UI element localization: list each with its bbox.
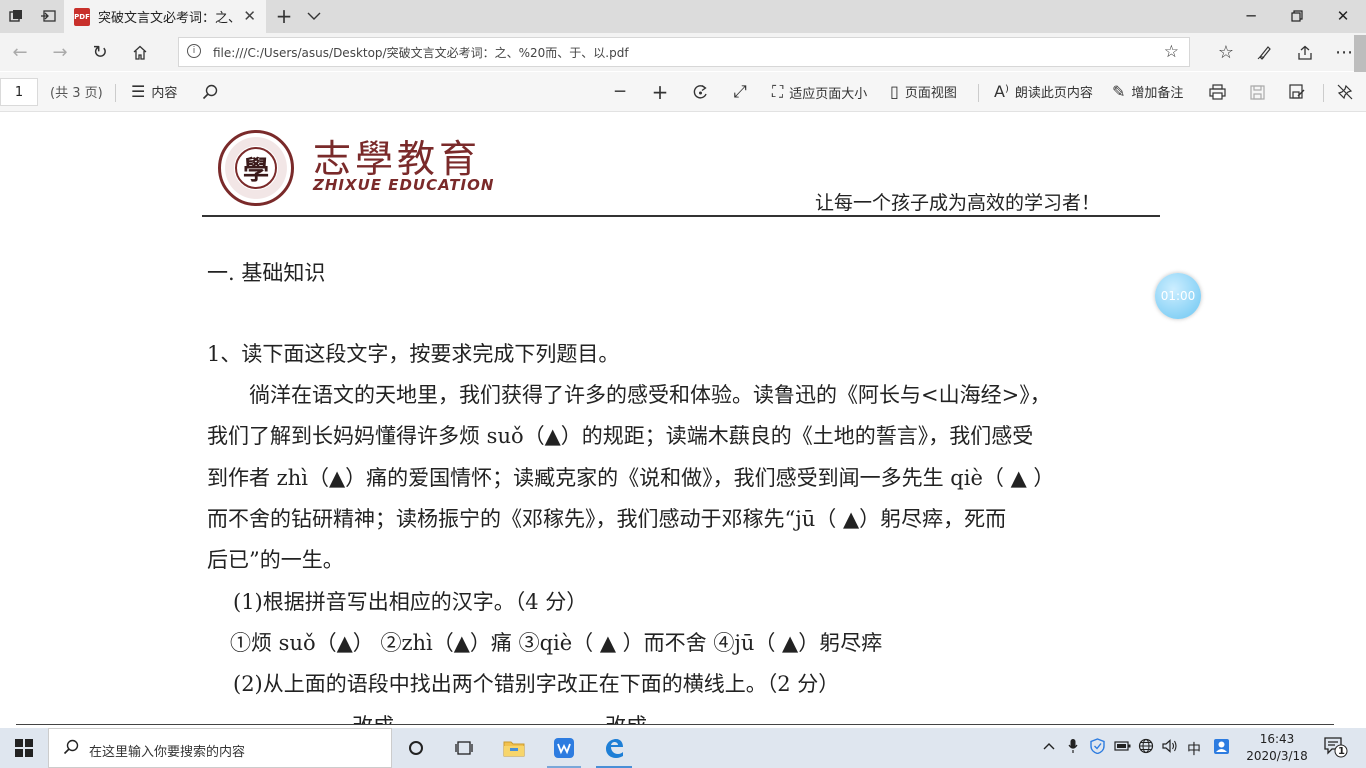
input-method-indicator[interactable]: 中	[1187, 739, 1201, 759]
sub-question-1-items: ①烦 suǒ（▲） ②zhì（▲）痛 ③qiè（ ▲ ）而不舍 ④jū（ ▲）躬…	[230, 631, 883, 655]
zoom-in-icon[interactable]: +	[647, 80, 673, 104]
taskbar: 在这里输入你要搜索的内容 中 16:43 2020/3/18 1	[0, 728, 1366, 768]
volume-speaker-icon[interactable]	[1162, 738, 1178, 758]
toolbar-divider	[115, 84, 116, 102]
page-view-icon: ▯	[890, 82, 899, 101]
logo-english-name: ZHIXUE EDUCATION	[313, 176, 495, 194]
navigation-bar: ← → ↻ i file:///C:/Users/asus/Desktop/突破…	[0, 33, 1366, 71]
pen-icon: ✎	[1112, 82, 1126, 101]
fit-page-icon: ⛶	[772, 82, 784, 101]
battery-icon[interactable]	[1114, 740, 1132, 756]
taskbar-search[interactable]: 在这里输入你要搜索的内容	[48, 728, 392, 768]
file-explorer-icon[interactable]	[499, 734, 529, 762]
page-number-input[interactable]: 1	[0, 78, 38, 106]
page-count: (共 3 页)	[50, 86, 103, 101]
paragraph-line: 而不舍的钻研精神；读杨振宁的《邓稼先》，我们感动于邓稼先“jū（ ▲）躬尽瘁，死…	[207, 507, 1007, 531]
web-note-pen-icon[interactable]	[1251, 40, 1279, 64]
pdf-file-icon: PDF	[74, 7, 90, 26]
refresh-icon[interactable]: ↻	[86, 40, 114, 64]
favorite-star-icon[interactable]: ☆	[1164, 42, 1179, 62]
wps-office-icon[interactable]	[549, 734, 579, 762]
user-account-icon[interactable]	[1213, 738, 1230, 759]
zoom-out-icon[interactable]: ─	[607, 80, 633, 104]
read-aloud-label: 朗读此页内容	[1014, 86, 1093, 101]
close-window-icon[interactable]: ✕	[1320, 4, 1366, 28]
school-seal-logo: 學	[218, 130, 294, 206]
fit-page-label: 适应页面大小	[789, 86, 868, 102]
address-url: file:///C:/Users/asus/Desktop/突破文言文必考词：之…	[213, 46, 629, 60]
page-bottom-rule	[16, 724, 1334, 725]
back-icon[interactable]: ←	[6, 40, 34, 64]
correction-label: 改成	[352, 710, 394, 725]
microphone-icon[interactable]	[1068, 738, 1078, 758]
paragraph-line: 徜洋在语文的天地里，我们获得了许多的感受和体验。读鲁迅的《阿长与<山海经>》，	[207, 383, 1051, 407]
clock-date: 2020/3/18	[1246, 749, 1308, 763]
page-view-button[interactable]: ▯ 页面视图	[890, 82, 957, 101]
full-screen-icon[interactable]: ⤢	[727, 80, 753, 104]
print-icon[interactable]	[1204, 80, 1230, 104]
toolbar-divider	[1323, 84, 1324, 102]
cortana-icon[interactable]	[401, 734, 431, 762]
close-tab-icon[interactable]: ✕	[243, 7, 256, 25]
add-notes-button[interactable]: ✎ 增加备注	[1112, 82, 1183, 101]
security-shield-icon[interactable]	[1090, 738, 1105, 758]
share-icon[interactable]	[1291, 40, 1319, 64]
set-aside-tabs-icon[interactable]	[36, 5, 60, 27]
logo-chinese-name: 志學教育	[313, 137, 482, 181]
window-scrollbar-thumb[interactable]	[1354, 35, 1366, 75]
tab-pdf-document[interactable]: PDF 突破文言文必考词：之、 ✕	[64, 0, 266, 33]
notification-count-badge: 1	[1338, 746, 1345, 757]
forward-icon[interactable]: →	[46, 40, 74, 64]
clock-time: 16:43	[1259, 732, 1295, 746]
section-title: 一. 基础知识	[207, 261, 326, 285]
add-notes-label: 增加备注	[1131, 86, 1184, 101]
taskbar-clock[interactable]: 16:43 2020/3/18	[1244, 731, 1310, 765]
tab-preview-chevron-icon[interactable]	[302, 5, 326, 27]
network-globe-icon[interactable]	[1138, 738, 1154, 758]
pdf-toolbar: 1 (共 3 页) ☰ 内容 ─ + ⤢ ⛶ 适应页面大小 ▯ 页面视图 A⁾ …	[0, 72, 1366, 112]
toolbar-divider	[978, 84, 979, 102]
read-aloud-icon: A⁾	[994, 82, 1009, 101]
site-info-icon[interactable]: i	[187, 44, 201, 58]
show-hidden-icons-chevron-icon[interactable]	[1043, 739, 1055, 754]
search-placeholder: 在这里输入你要搜索的内容	[89, 745, 246, 760]
home-icon[interactable]	[126, 40, 154, 64]
search-icon	[63, 739, 79, 759]
tab-manager-icon[interactable]	[4, 5, 28, 27]
tab-title: 突破文言文必考词：之、	[98, 11, 238, 26]
floating-timer[interactable]: 01:00	[1155, 273, 1201, 319]
tab-bar: PDF 突破文言文必考词：之、 ✕ + ─ ✕	[0, 0, 1366, 33]
sub-question-1-title: (1)根据拼音写出相应的汉字。（4 分）	[233, 590, 588, 614]
favorites-icon[interactable]: ☆	[1212, 40, 1240, 64]
save-as-icon[interactable]	[1284, 80, 1310, 104]
rotate-icon[interactable]	[687, 80, 713, 104]
page-view-label: 页面视图	[904, 86, 957, 101]
list-icon: ☰	[131, 82, 146, 101]
new-tab-icon[interactable]: +	[272, 4, 296, 28]
minimize-window-icon[interactable]: ─	[1228, 4, 1274, 28]
windows-start-icon[interactable]	[0, 728, 48, 768]
search-icon[interactable]	[197, 80, 223, 104]
question-title: 1、读下面这段文字，按要求完成下列题目。	[207, 342, 620, 366]
address-bar[interactable]: i file:///C:/Users/asus/Desktop/突破文言文必考词…	[178, 37, 1190, 67]
save-icon[interactable]	[1244, 80, 1270, 104]
paragraph-line: 后已”的一生。	[207, 548, 344, 572]
unpin-toolbar-icon[interactable]	[1332, 80, 1358, 104]
task-view-icon[interactable]	[449, 734, 479, 762]
correction-label: 改成	[605, 710, 647, 725]
restore-window-icon[interactable]	[1274, 4, 1320, 28]
paragraph-line: 我们了解到长妈妈懂得许多烦 suǒ（▲）的规距；读端木蕻良的《土地的誓言》，我们…	[207, 424, 1034, 448]
pdf-page: 學 志學教育 ZHIXUE EDUCATION 让每一个孩子成为高效的学习者！ …	[0, 113, 1354, 725]
header-divider	[202, 215, 1160, 217]
paragraph-line: 到作者 zhì（▲）痛的爱国情怀；读臧克家的《说和做》，我们感受到闻一多先生 q…	[207, 466, 1055, 490]
sub-question-2-title: (2)从上面的语段中找出两个错别字改正在下面的横线上。（2 分）	[233, 672, 840, 696]
contents-button[interactable]: ☰ 内容	[131, 82, 177, 101]
seal-character: 學	[235, 147, 277, 189]
read-aloud-button[interactable]: A⁾ 朗读此页内容	[994, 82, 1093, 101]
header-slogan: 让每一个孩子成为高效的学习者！	[815, 192, 1101, 214]
edge-browser-icon[interactable]	[599, 734, 629, 762]
contents-label: 内容	[151, 86, 178, 101]
fit-page-button[interactable]: ⛶ 适应页面大小	[772, 82, 867, 102]
